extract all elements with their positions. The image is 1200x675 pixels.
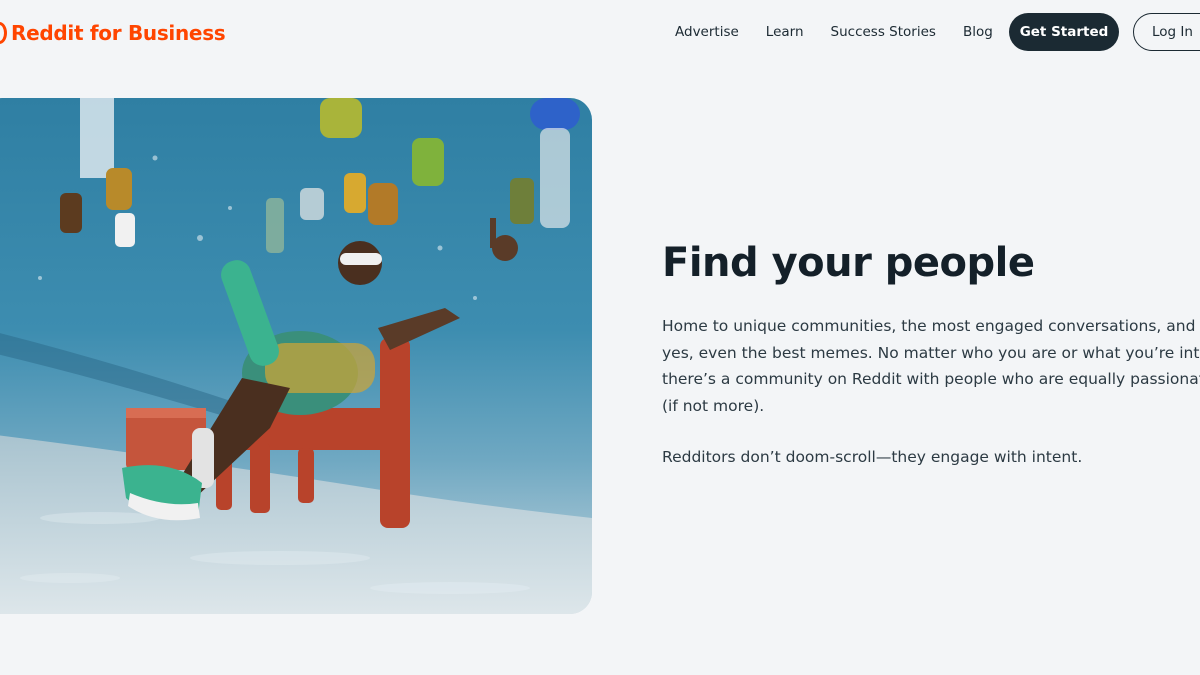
main-nav: Advertise Learn Success Stories Blog: [675, 14, 1020, 50]
nav-learn[interactable]: Learn: [766, 24, 804, 40]
site-header: Reddit for Business Advertise Learn Succ…: [0, 0, 1200, 64]
reddit-logo-icon: [0, 22, 7, 44]
brand-name: Reddit for Business: [11, 21, 226, 45]
hero-description: Home to unique communities, the most eng…: [662, 317, 1200, 415]
nav-blog[interactable]: Blog: [963, 24, 993, 40]
hero-image: [0, 98, 592, 614]
log-in-button[interactable]: Log In: [1133, 13, 1200, 51]
get-started-button[interactable]: Get Started: [1009, 13, 1119, 51]
nav-advertise[interactable]: Advertise: [675, 24, 739, 40]
brand-logo[interactable]: Reddit for Business: [0, 18, 226, 48]
hero-heading: Find your people: [662, 240, 1035, 286]
nav-success-stories[interactable]: Success Stories: [831, 24, 936, 40]
hero-tagline: Redditors don’t doom-scroll—they engage …: [662, 448, 1083, 466]
